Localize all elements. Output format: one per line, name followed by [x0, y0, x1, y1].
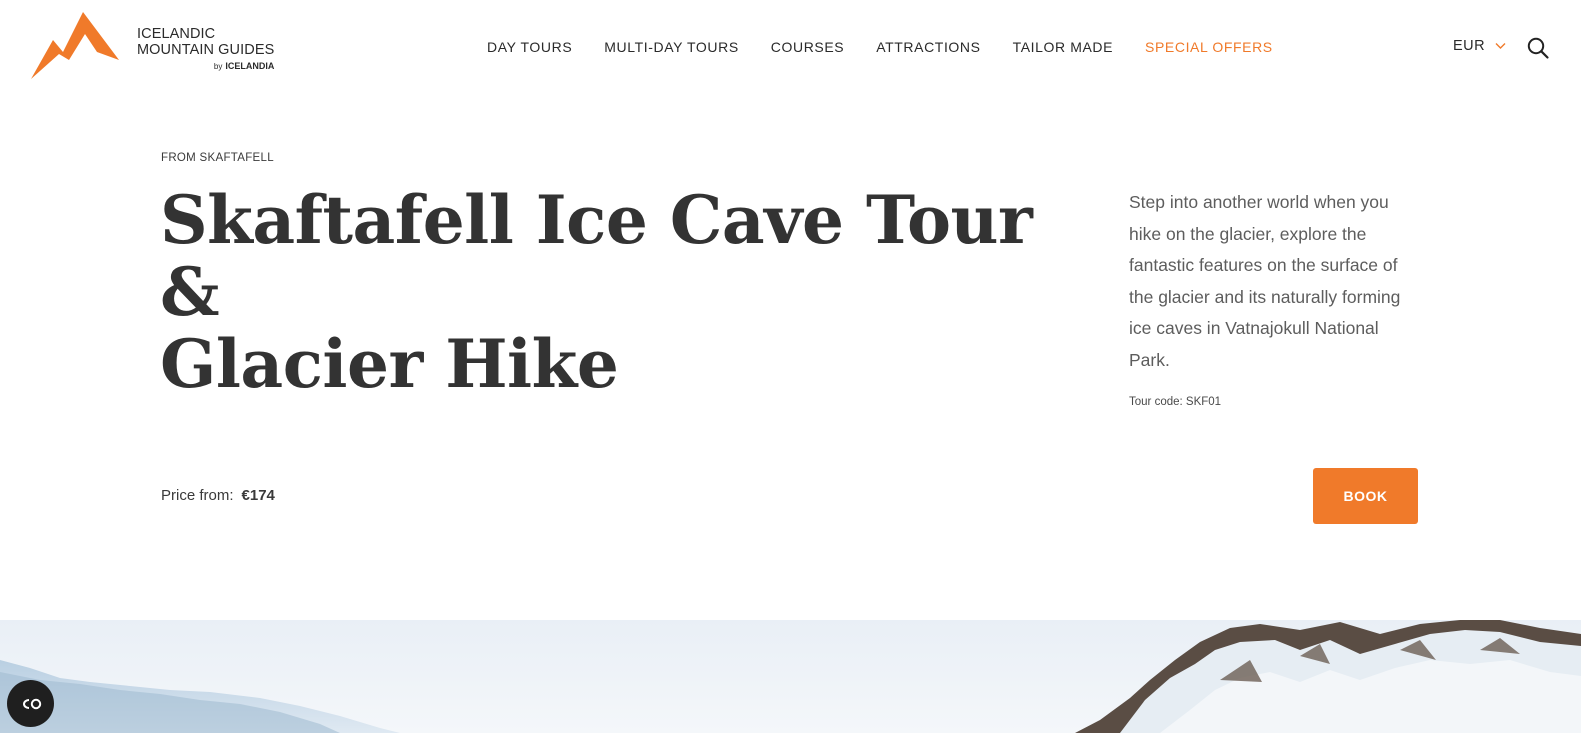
- currency-selector[interactable]: EUR: [1453, 38, 1506, 54]
- logo-line-2: MOUNTAIN GUIDES: [137, 42, 275, 58]
- nav-courses[interactable]: COURSES: [771, 38, 844, 56]
- nav-day-tours[interactable]: DAY TOURS: [487, 38, 572, 56]
- price-block: Price from: €174: [161, 487, 275, 504]
- chevron-down-icon: [1495, 43, 1506, 49]
- cookie-settings-button[interactable]: [7, 680, 54, 727]
- tour-location: FROM SKAFTAFELL: [161, 152, 274, 164]
- glacier-landscape-image: [0, 620, 1581, 733]
- hero-image-glacier: [0, 620, 1581, 733]
- nav-attractions[interactable]: ATTRACTIONS: [876, 38, 980, 56]
- tour-code: Tour code: SKF01: [1129, 396, 1222, 408]
- price-label: Price from:: [161, 487, 234, 504]
- main-nav: DAY TOURS MULTI-DAY TOURS COURSES ATTRAC…: [487, 38, 1273, 56]
- mountain-logo-icon: [31, 12, 119, 79]
- tour-description: Step into another world when you hike on…: [1129, 192, 1401, 370]
- logo-line-1: ICELANDIC: [137, 26, 216, 42]
- site-logo[interactable]: ICELANDIC MOUNTAIN GUIDES by ICELANDIA: [31, 12, 281, 82]
- page-title: Skaftafell Ice Cave Tour & Glacier Hike: [160, 184, 1060, 400]
- title-line-1: Skaftafell Ice Cave Tour &: [160, 181, 1033, 331]
- currency-value: EUR: [1453, 38, 1486, 54]
- search-icon[interactable]: [1526, 36, 1550, 60]
- site-header: ICELANDIC MOUNTAIN GUIDES by ICELANDIA DA…: [0, 0, 1581, 96]
- price-value: €174: [241, 487, 275, 504]
- title-line-2: Glacier Hike: [160, 325, 619, 403]
- logo-wordmark: ICELANDIC MOUNTAIN GUIDES by ICELANDIA: [137, 26, 274, 74]
- logo-subbrand: by ICELANDIA: [213, 61, 275, 71]
- book-button[interactable]: BOOK: [1313, 468, 1418, 524]
- nav-tailor-made[interactable]: TAILOR MADE: [1013, 38, 1113, 56]
- cookie-settings-icon: [22, 698, 41, 709]
- nav-special-offers[interactable]: SPECIAL OFFERS: [1145, 38, 1273, 56]
- nav-multi-day-tours[interactable]: MULTI-DAY TOURS: [604, 38, 739, 56]
